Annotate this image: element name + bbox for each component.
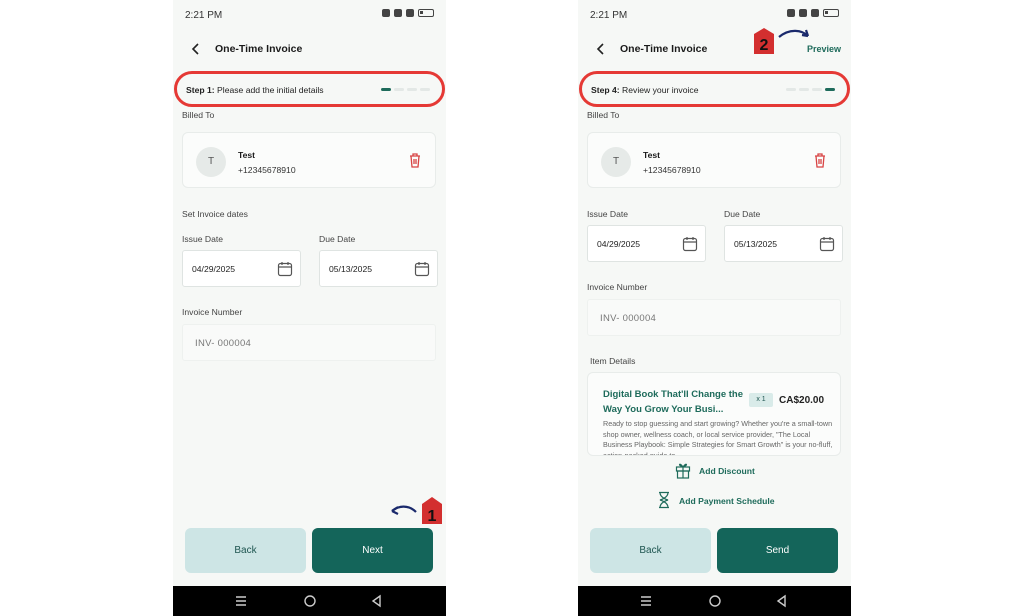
step-dot — [420, 88, 430, 91]
item-title: Digital Book That'll Change the Way You … — [603, 389, 744, 415]
home-icon[interactable] — [303, 594, 317, 608]
next-button[interactable]: Next — [312, 528, 433, 573]
issue-date-label: Issue Date — [587, 209, 629, 219]
status-bar: 2:21 PM — [173, 0, 446, 30]
invoice-number-field[interactable]: INV- 000004 — [182, 324, 436, 361]
trash-icon[interactable] — [813, 152, 827, 168]
calendar-icon[interactable] — [414, 261, 430, 277]
add-discount-label: Add Discount — [699, 466, 755, 476]
recent-apps-icon[interactable] — [639, 594, 653, 608]
step-label: Step 4: Review your invoice — [591, 85, 699, 95]
home-icon[interactable] — [708, 594, 722, 608]
back-arrow-icon[interactable] — [594, 40, 608, 58]
system-nav-bar — [578, 586, 851, 616]
back-arrow-icon[interactable] — [189, 40, 203, 58]
nfc-icon — [394, 9, 402, 17]
avatar: T — [196, 147, 226, 177]
step-dot — [407, 88, 417, 91]
preview-link[interactable]: Preview — [807, 44, 841, 54]
client-card[interactable]: T Test +12345678910 — [587, 132, 841, 188]
back-button[interactable]: Back — [185, 528, 306, 573]
issue-date-field[interactable]: 04/29/2025 — [587, 225, 706, 262]
back-button[interactable]: Back — [590, 528, 711, 573]
wifi-icon — [811, 9, 819, 17]
invoice-number-label: Invoice Number — [182, 307, 243, 317]
system-nav-bar — [173, 586, 446, 616]
billed-to-label: Billed To — [587, 110, 620, 120]
item-price: CA$20.00 — [779, 395, 825, 406]
page-title: One-Time Invoice — [215, 43, 303, 55]
invoice-number-value: INV- 000004 — [600, 313, 657, 324]
invoice-number-label: Invoice Number — [587, 282, 648, 292]
due-date-label: Due Date — [319, 234, 356, 244]
battery-icon — [418, 9, 434, 17]
billed-to-label: Billed To — [182, 110, 215, 120]
calendar-icon[interactable] — [277, 261, 293, 277]
step-dot — [799, 88, 809, 91]
status-icons — [382, 9, 434, 17]
due-date-field[interactable]: 05/13/2025 — [724, 225, 843, 262]
step-dot-active — [825, 88, 835, 91]
avatar: T — [601, 147, 631, 177]
calendar-icon[interactable] — [819, 236, 835, 252]
issue-date-label: Issue Date — [182, 234, 224, 244]
quantity-badge: x 1 — [749, 393, 773, 407]
due-date-label: Due Date — [724, 209, 761, 219]
item-description: Ready to stop guessing and start growing… — [603, 419, 833, 456]
issue-date-value: 04/29/2025 — [597, 239, 641, 249]
step-indicator: Step 4: Review your invoice — [579, 71, 850, 107]
invoice-number-value: INV- 000004 — [195, 338, 252, 349]
step-dot — [786, 88, 796, 91]
step-label: Step 1: Please add the initial details — [186, 85, 324, 95]
nfc-icon — [799, 9, 807, 17]
step-dot-active — [381, 88, 391, 91]
step-progress — [786, 88, 835, 91]
due-date-field[interactable]: 05/13/2025 — [319, 250, 438, 287]
due-date-value: 05/13/2025 — [734, 239, 778, 249]
alarm-icon — [787, 9, 795, 17]
step-progress — [381, 88, 430, 91]
marker-number: 1 — [428, 508, 437, 525]
alarm-icon — [382, 9, 390, 17]
status-time: 2:21 PM — [590, 10, 628, 21]
status-time: 2:21 PM — [185, 10, 223, 21]
client-name: Test — [643, 150, 661, 160]
issue-date-value: 04/29/2025 — [192, 264, 236, 274]
trash-icon[interactable] — [408, 152, 422, 168]
calendar-icon[interactable] — [682, 236, 698, 252]
annotation-marker-1: 1 — [391, 497, 442, 525]
system-back-icon[interactable] — [370, 594, 384, 608]
system-back-icon[interactable] — [775, 594, 789, 608]
gift-icon — [675, 463, 691, 479]
wifi-icon — [406, 9, 414, 17]
screen-step-4: 2:21 PM One-Time Invoice Preview Step 4:… — [578, 0, 851, 616]
step-dot — [394, 88, 404, 91]
dates-section-label: Set Invoice dates — [182, 209, 248, 219]
client-card[interactable]: T Test +12345678910 — [182, 132, 436, 188]
send-button[interactable]: Send — [717, 528, 838, 573]
step-indicator: Step 1: Please add the initial details — [174, 71, 445, 107]
battery-icon — [823, 9, 839, 17]
client-phone: +12345678910 — [238, 165, 296, 175]
marker-number: 2 — [760, 37, 769, 54]
recent-apps-icon[interactable] — [234, 594, 248, 608]
page-title: One-Time Invoice — [620, 43, 708, 55]
item-details-label: Item Details — [590, 356, 636, 366]
issue-date-field[interactable]: 04/29/2025 — [182, 250, 301, 287]
step-dot — [812, 88, 822, 91]
due-date-value: 05/13/2025 — [329, 264, 373, 274]
add-payment-schedule-label: Add Payment Schedule — [679, 496, 775, 506]
hourglass-icon — [659, 491, 669, 509]
annotation-marker-2: 2 — [754, 28, 810, 54]
item-card[interactable]: Digital Book That'll Change the Way You … — [587, 372, 841, 456]
client-phone: +12345678910 — [643, 165, 701, 175]
status-icons — [787, 9, 839, 17]
client-name: Test — [238, 150, 256, 160]
invoice-number-field[interactable]: INV- 000004 — [587, 299, 841, 336]
top-app-bar: One-Time Invoice — [173, 36, 446, 62]
